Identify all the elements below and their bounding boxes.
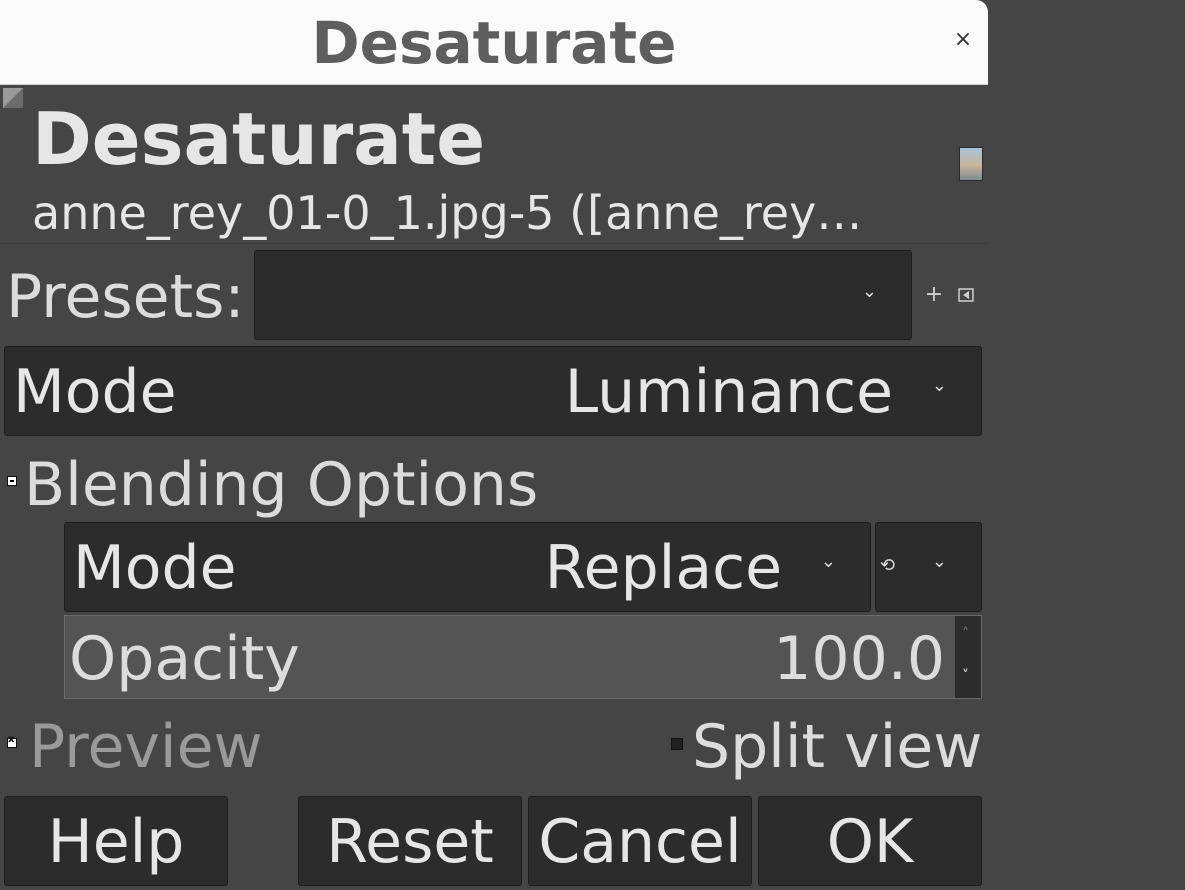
chevron-down-icon: ⌄ bbox=[931, 551, 947, 572]
window-title: Desaturate bbox=[311, 9, 677, 77]
chevron-down-icon[interactable]: ˅ bbox=[962, 668, 969, 684]
presets-label: Presets: bbox=[6, 262, 245, 332]
split-view-checkbox[interactable] bbox=[671, 738, 683, 750]
blending-options-label[interactable]: Blending Options bbox=[24, 450, 538, 520]
opacity-label: Opacity bbox=[69, 624, 300, 694]
dialog-header: Desaturate anne_rey_01-0_1.jpg-5 ([anne_… bbox=[0, 85, 987, 244]
opacity-spinner: ˄ ˅ bbox=[955, 616, 981, 698]
chevron-up-icon[interactable]: ˄ bbox=[962, 626, 969, 642]
cancel-button[interactable]: Cancel bbox=[528, 796, 752, 886]
mode-value: Luminance bbox=[564, 357, 893, 427]
opacity-spinscale[interactable]: Opacity 100.0 ˄ ˅ bbox=[64, 615, 982, 699]
header-title: Desaturate bbox=[32, 97, 486, 181]
blend-mode-combo[interactable]: Mode Replace ⌄ bbox=[64, 522, 871, 612]
close-icon[interactable]: × bbox=[950, 27, 976, 53]
mode-combo[interactable]: Mode Luminance ⌄ bbox=[4, 346, 982, 436]
expander-toggle-icon[interactable] bbox=[7, 476, 17, 486]
reset-button[interactable]: Reset bbox=[298, 796, 522, 886]
ok-button[interactable]: OK bbox=[758, 796, 982, 886]
gimp-wilber-icon bbox=[2, 87, 24, 109]
chevron-down-icon: ⌄ bbox=[820, 551, 836, 572]
preview-label[interactable]: Preview bbox=[29, 712, 263, 782]
preview-checkbox[interactable]: x bbox=[7, 734, 17, 748]
chevron-down-icon: ⌄ bbox=[861, 281, 877, 302]
blend-mode-label: Mode bbox=[73, 533, 237, 603]
composite-mode-combo[interactable]: ⟲ ⌄ bbox=[875, 522, 982, 612]
mode-label: Mode bbox=[13, 357, 177, 427]
menu-arrow-icon[interactable] bbox=[958, 288, 974, 302]
window-titlebar: Desaturate × bbox=[0, 0, 988, 85]
help-button[interactable]: Help bbox=[4, 796, 228, 886]
reset-composite-icon: ⟲ bbox=[880, 555, 896, 576]
blend-mode-value: Replace bbox=[544, 533, 782, 603]
opacity-value: 100.0 bbox=[773, 624, 945, 694]
image-thumbnail bbox=[959, 147, 983, 181]
plus-icon[interactable]: + bbox=[922, 282, 946, 307]
chevron-down-icon: ⌄ bbox=[931, 375, 947, 396]
split-view-label[interactable]: Split view bbox=[692, 712, 982, 782]
desaturate-dialog: Desaturate × Desaturate anne_rey_01-0_1.… bbox=[0, 0, 988, 890]
presets-combo[interactable]: ⌄ bbox=[254, 250, 912, 340]
header-subtitle: anne_rey_01-0_1.jpg-5 ([anne_rey… bbox=[32, 186, 863, 240]
